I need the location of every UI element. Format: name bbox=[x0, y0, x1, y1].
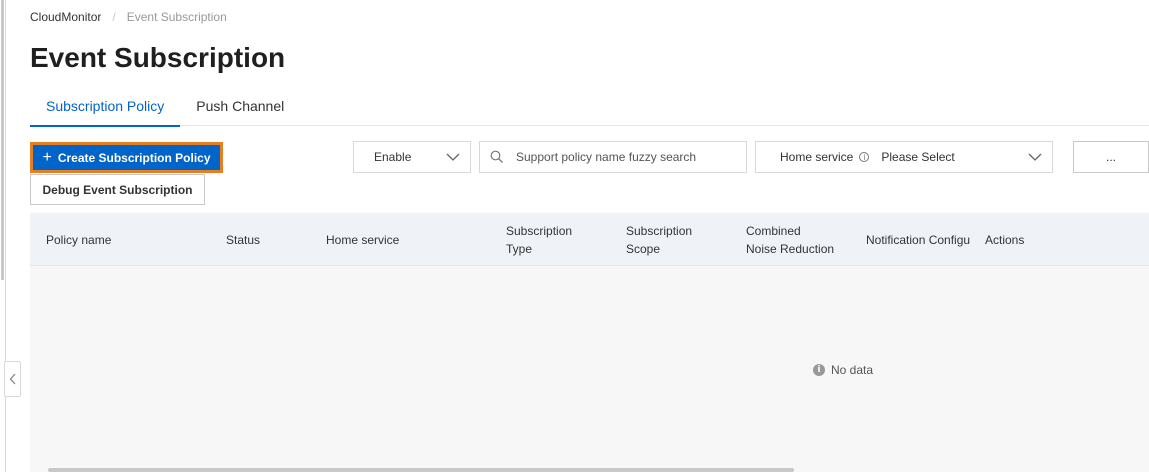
more-options-button[interactable]: ... bbox=[1073, 141, 1149, 173]
column-header-notification-configuration[interactable]: Notification Configu bbox=[866, 213, 972, 266]
home-service-select[interactable]: Home service i Please Select bbox=[755, 141, 1053, 173]
status-select-value: Enable bbox=[374, 150, 412, 164]
tab-subscription-policy[interactable]: Subscription Policy bbox=[30, 86, 181, 127]
policy-search[interactable] bbox=[479, 141, 747, 173]
column-header-status[interactable]: Status bbox=[226, 213, 316, 266]
home-service-label: Home service bbox=[780, 150, 854, 164]
create-subscription-policy-button[interactable]: + Create Subscription Policy bbox=[30, 142, 223, 173]
page-title: Event Subscription bbox=[30, 42, 286, 73]
column-header-subscription-scope[interactable]: Subscription Scope bbox=[626, 213, 736, 266]
column-header-subscription-type[interactable]: Subscription Type bbox=[506, 213, 616, 266]
search-icon bbox=[490, 150, 503, 163]
table-header: Policy name Status Home service Subscrip… bbox=[30, 213, 1149, 266]
chevron-down-icon bbox=[446, 153, 460, 161]
breadcrumb-current: Event Subscription bbox=[126, 10, 227, 24]
create-button-label: Create Subscription Policy bbox=[57, 150, 211, 165]
tab-push-channel[interactable]: Push Channel bbox=[180, 86, 300, 126]
left-rail-grip[interactable] bbox=[1, 0, 4, 280]
breadcrumb-root[interactable]: CloudMonitor bbox=[30, 10, 101, 24]
info-icon: i bbox=[813, 364, 825, 376]
breadcrumb: CloudMonitor / Event Subscription bbox=[30, 10, 227, 24]
debug-event-subscription-button[interactable]: Debug Event Subscription bbox=[30, 174, 205, 205]
search-input[interactable] bbox=[516, 150, 736, 164]
column-header-policy-name[interactable]: Policy name bbox=[46, 213, 206, 266]
empty-state: i No data bbox=[813, 363, 873, 377]
column-header-combined-noise-reduction[interactable]: Combined Noise Reduction bbox=[746, 213, 860, 266]
empty-state-text: No data bbox=[831, 363, 874, 377]
breadcrumb-separator: / bbox=[112, 10, 116, 24]
horizontal-scrollbar[interactable] bbox=[48, 468, 794, 472]
column-header-home-service[interactable]: Home service bbox=[326, 213, 496, 266]
policy-table: Policy name Status Home service Subscrip… bbox=[30, 213, 1149, 472]
left-rail bbox=[0, 0, 6, 472]
plus-icon: + bbox=[42, 148, 52, 166]
home-service-value: Please Select bbox=[881, 150, 955, 164]
status-select[interactable]: Enable bbox=[353, 141, 471, 173]
info-icon[interactable]: i bbox=[859, 152, 870, 162]
tab-bar: Subscription Policy Push Channel bbox=[30, 86, 1149, 127]
chevron-left-icon bbox=[9, 373, 15, 385]
column-header-actions[interactable]: Actions bbox=[985, 213, 1085, 266]
collapse-sidebar-button[interactable] bbox=[4, 361, 21, 397]
chevron-down-icon bbox=[1028, 153, 1042, 161]
